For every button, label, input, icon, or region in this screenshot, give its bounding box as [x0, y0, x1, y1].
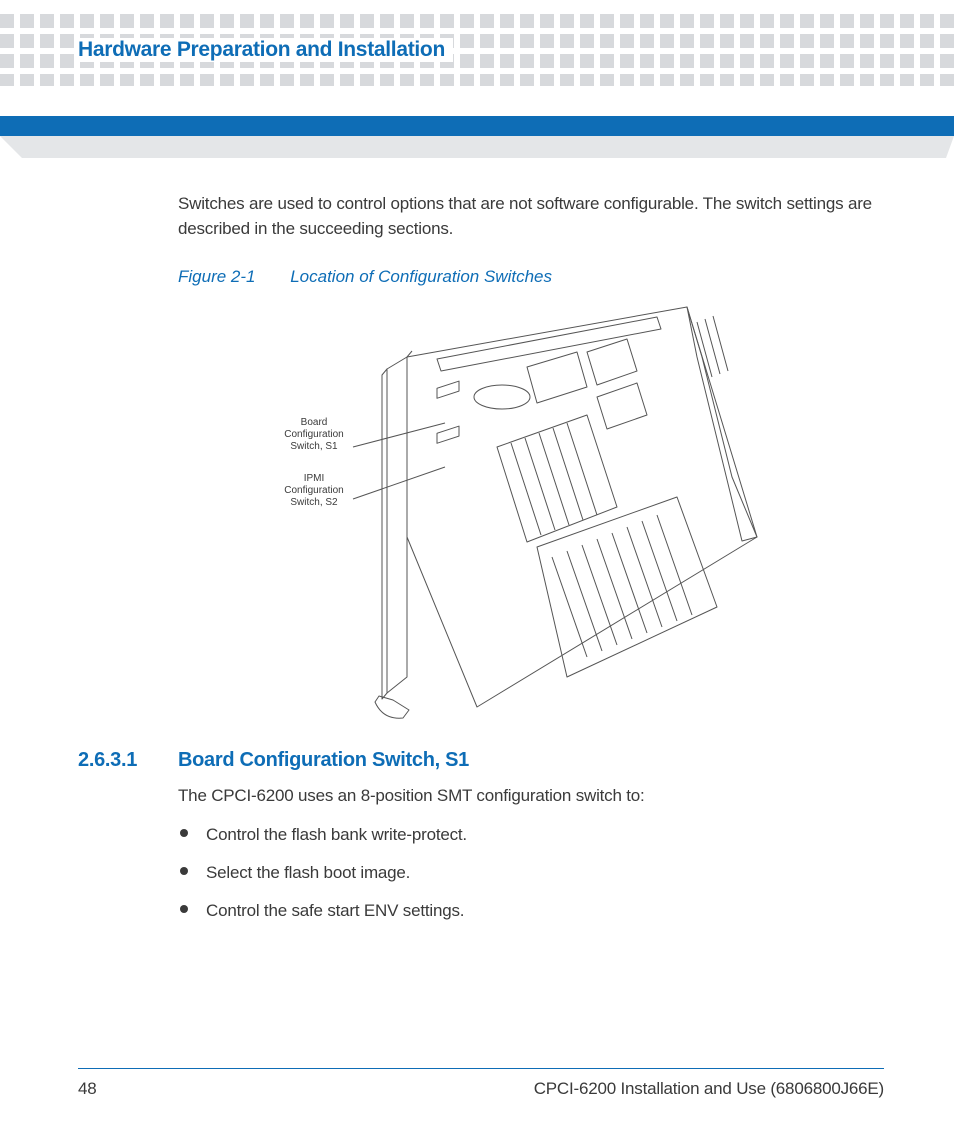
- list-item: Control the safe start ENV settings.: [178, 899, 876, 923]
- header-grey-shadow: [0, 136, 954, 158]
- list-item: Control the flash bank write-protect.: [178, 823, 876, 847]
- section-lead: The CPCI-6200 uses an 8-position SMT con…: [178, 786, 876, 806]
- page-number: 48: [78, 1079, 97, 1099]
- header-blue-bar: [0, 116, 954, 136]
- section-title: Board Configuration Switch, S1: [178, 749, 469, 772]
- bullet-list: Control the flash bank write-protect. Se…: [178, 823, 876, 922]
- chapter-title: Hardware Preparation and Installation: [78, 38, 453, 62]
- figure-number: Figure 2-1: [178, 267, 255, 286]
- section-number: 2.6.3.1: [78, 749, 178, 772]
- list-item: Select the flash boot image.: [178, 861, 876, 885]
- figure-diagram: Board Configuration Switch, S1 IPMI Conf…: [287, 297, 767, 727]
- callout-s2: IPMI Configuration Switch, S2: [279, 473, 349, 509]
- doc-title-footer: CPCI-6200 Installation and Use (6806800J…: [534, 1079, 884, 1099]
- figure-caption: Figure 2-1 Location of Configuration Swi…: [178, 267, 876, 287]
- intro-paragraph: Switches are used to control options tha…: [178, 192, 876, 241]
- callout-s1: Board Configuration Switch, S1: [279, 417, 349, 453]
- figure-title: Location of Configuration Switches: [290, 267, 552, 286]
